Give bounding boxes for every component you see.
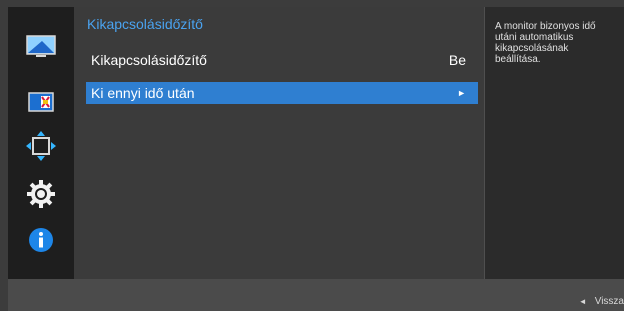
submenu-arrow-icon: ► <box>457 88 466 98</box>
monitor-picture-icon[interactable] <box>24 32 58 62</box>
screen-size-icon[interactable] <box>24 131 58 161</box>
help-text: A monitor bizonyos idő utáni automatikus… <box>485 21 624 65</box>
back-label: Vissza <box>594 296 624 307</box>
help-line: beállítása. <box>495 54 541 65</box>
menu-item-label: Kikapcsolásidőzítő <box>91 52 207 68</box>
menu-title: Kikapcsolásidőzítő <box>87 16 203 32</box>
help-line: A monitor bizonyos idő <box>495 21 596 32</box>
menu-item-label: Ki ennyi idő után <box>91 85 195 101</box>
menu-item-off-timer[interactable]: Kikapcsolásidőzítő Be <box>86 49 478 71</box>
color-icon[interactable] <box>24 87 58 117</box>
menu-panel: Kikapcsolásidőzítő Kikapcsolásidőzítő Be… <box>74 7 484 279</box>
help-line: utáni automatikus <box>495 32 574 43</box>
menu-item-value: Be <box>448 52 466 68</box>
sidebar <box>8 7 74 279</box>
menu-item-turn-off-after[interactable]: Ki ennyi idő után ► <box>86 82 478 104</box>
back-button[interactable]: ◄ Vissza <box>579 296 624 307</box>
system-gear-icon[interactable] <box>24 179 58 209</box>
footer-bar: ◄ Vissza <box>8 279 624 311</box>
help-panel: A monitor bizonyos idő utáni automatikus… <box>484 7 624 279</box>
back-arrow-icon: ◄ <box>578 297 587 306</box>
information-icon[interactable] <box>24 225 58 255</box>
help-line: kikapcsolásának <box>495 43 569 54</box>
